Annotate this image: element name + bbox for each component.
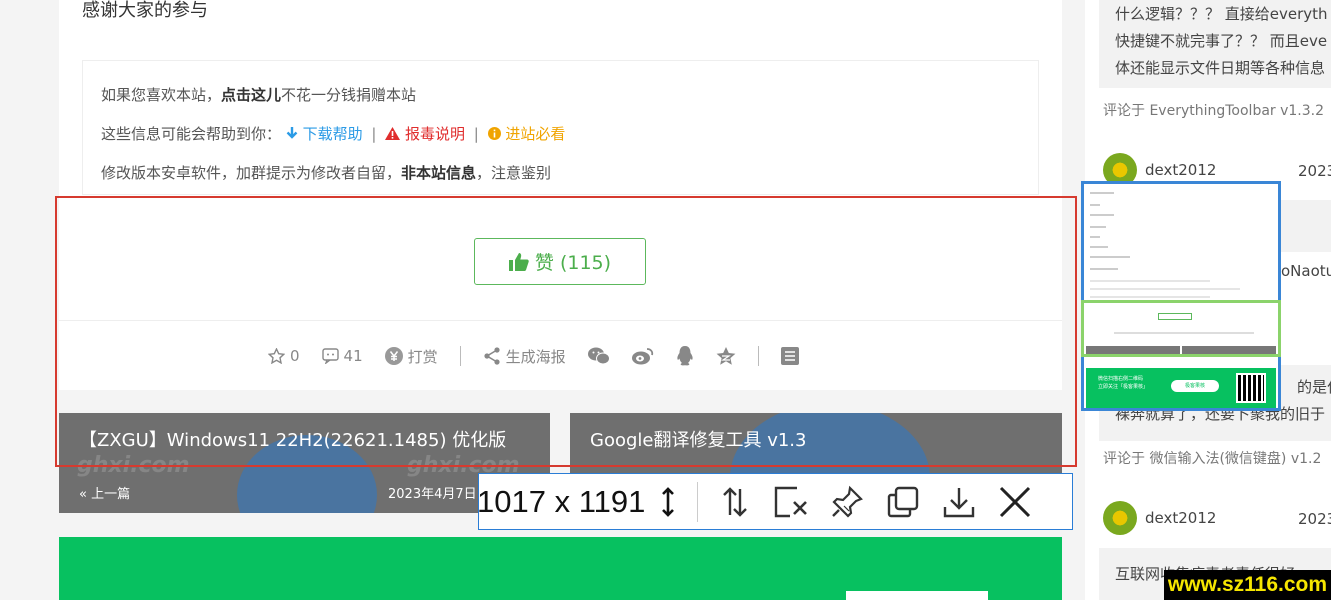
action-separator: [459, 346, 461, 366]
action-bar: 0 41 打赏 生成海报: [268, 340, 821, 372]
star-filled-icon: [716, 346, 736, 365]
thumbs-up-icon: [508, 252, 529, 271]
copy-button[interactable]: [884, 483, 922, 521]
must-read-link[interactable]: 进站必看: [487, 125, 565, 143]
warning-icon: [385, 127, 401, 140]
prev-post-title: 【ZXGU】Windows11 22H2(22621.1485) 优化版: [79, 430, 507, 451]
pin-icon: [832, 485, 864, 518]
author-name: dext2012: [1145, 161, 1217, 179]
yen-icon: [384, 347, 403, 365]
comment-meta[interactable]: 评论于 EverythingToolbar v1.3.2: [1103, 100, 1324, 120]
scroll-capture-button[interactable]: [716, 483, 754, 521]
comment-text: 什么逻辑？？？ 直接给everyth: [1115, 5, 1328, 23]
donate-link[interactable]: 点击这儿: [221, 86, 281, 104]
preview-line: [1090, 226, 1106, 228]
preview-line: [1090, 236, 1100, 238]
close-button[interactable]: [996, 483, 1034, 521]
qzone-share-button[interactable]: [716, 346, 736, 366]
preview-line: [1090, 214, 1114, 216]
comment-text: 的是什么: [1297, 378, 1331, 396]
preview-like-button: [1158, 313, 1192, 320]
preview-line: [1090, 288, 1240, 290]
preview-card: [1182, 346, 1276, 356]
preview-line: [1114, 332, 1254, 334]
resize-vertical-icon[interactable]: [661, 486, 675, 517]
preview-line: [1090, 268, 1118, 270]
like-button[interactable]: 赞 (115): [474, 238, 646, 285]
arrow-down-icon: [286, 127, 298, 139]
prev-post-label: « 上一篇: [79, 487, 131, 502]
thanks-heading: 感谢大家的参与: [82, 0, 208, 21]
wechat-icon: [587, 347, 610, 365]
comment-date: 2023: [1298, 510, 1331, 528]
article-menu-button[interactable]: [780, 347, 799, 365]
prev-post-date: 2023年4月7日: [388, 487, 477, 502]
favorite-button[interactable]: 0: [268, 347, 300, 365]
wechat-share-button[interactable]: [587, 347, 610, 365]
preview-line: [1090, 280, 1210, 282]
author-name: dext2012: [1145, 509, 1217, 527]
preview-banner: 微信扫描右侧二维码 立即关注「极客果核」 极客果核: [1086, 368, 1276, 408]
capture-toolbar: 1017 x 1191: [477, 473, 1073, 530]
comment-date: 2023: [1298, 162, 1331, 180]
next-post-title: Google翻译修复工具 v1.3: [590, 430, 807, 451]
pin-button[interactable]: [828, 483, 866, 521]
download-icon: [944, 487, 975, 517]
crop-cancel-icon: [775, 486, 808, 517]
swap-vertical-icon: [723, 486, 748, 517]
reward-button[interactable]: 打赏: [384, 346, 438, 367]
preview-line: [1090, 256, 1130, 258]
comment-text: 体还能显示文件日期等各种信息: [1115, 59, 1326, 77]
weibo-share-button[interactable]: [631, 347, 654, 365]
toolbar-separator: [697, 481, 699, 522]
capture-dimensions: 1017 x 1191: [477, 483, 646, 519]
weibo-icon: [631, 348, 653, 365]
info-icon: [487, 127, 501, 140]
avatar: [1103, 501, 1137, 535]
notice-line: 修改版本安卓软件，加群提示为修改者自留，非本站信息，注意鉴别: [101, 164, 552, 182]
preview-line: [1090, 296, 1210, 298]
help-line: 这些信息可能会帮助到你： 下载帮助 | 报毒说明 | 进站必看: [101, 125, 566, 143]
preview-line: [1090, 204, 1100, 206]
document-icon: [780, 347, 799, 365]
site-watermark: www.sz116.com: [1164, 570, 1331, 600]
share-icon: [484, 347, 500, 365]
comment-icon: [321, 348, 339, 364]
qq-share-button[interactable]: [676, 346, 694, 366]
qr-code: [1236, 373, 1266, 403]
preview-card: [1086, 346, 1180, 356]
save-button[interactable]: [940, 483, 978, 521]
action-separator: [757, 346, 759, 366]
comment-meta[interactable]: 评论于 微信输入法(微信键盘) v1.2: [1103, 448, 1321, 468]
comment-author[interactable]: dext2012: [1103, 501, 1216, 535]
info-box: 如果您喜欢本站，点击这儿不花一分钱捐赠本站 这些信息可能会帮助到你： 下载帮助 …: [82, 60, 1039, 195]
watermark: ghxi.com: [77, 453, 190, 478]
download-help-link[interactable]: 下载帮助: [286, 125, 368, 143]
comment-text: oNaotu: [1281, 262, 1331, 280]
star-outline-icon: [268, 348, 285, 364]
qq-icon: [677, 346, 693, 366]
capture-preview-thumbnail[interactable]: 微信扫描右侧二维码 立即关注「极客果核」 极客果核: [1081, 181, 1281, 411]
report-note-link[interactable]: 报毒说明: [385, 125, 470, 143]
poster-button[interactable]: 生成海报: [483, 346, 566, 367]
close-icon: [1000, 486, 1031, 517]
copy-icon: [888, 486, 919, 517]
comment-text: 快捷键不就完事了？？ 而且eve: [1115, 32, 1328, 50]
cancel-capture-button[interactable]: [772, 483, 810, 521]
banner-white-block: [846, 591, 988, 600]
donate-line: 如果您喜欢本站，点击这儿不花一分钱捐赠本站: [101, 86, 417, 104]
divider: [59, 320, 1062, 321]
article-panel: [59, 0, 1062, 390]
preview-line: [1090, 192, 1114, 194]
comment-button[interactable]: 41: [321, 347, 363, 365]
preview-line: [1090, 246, 1108, 248]
